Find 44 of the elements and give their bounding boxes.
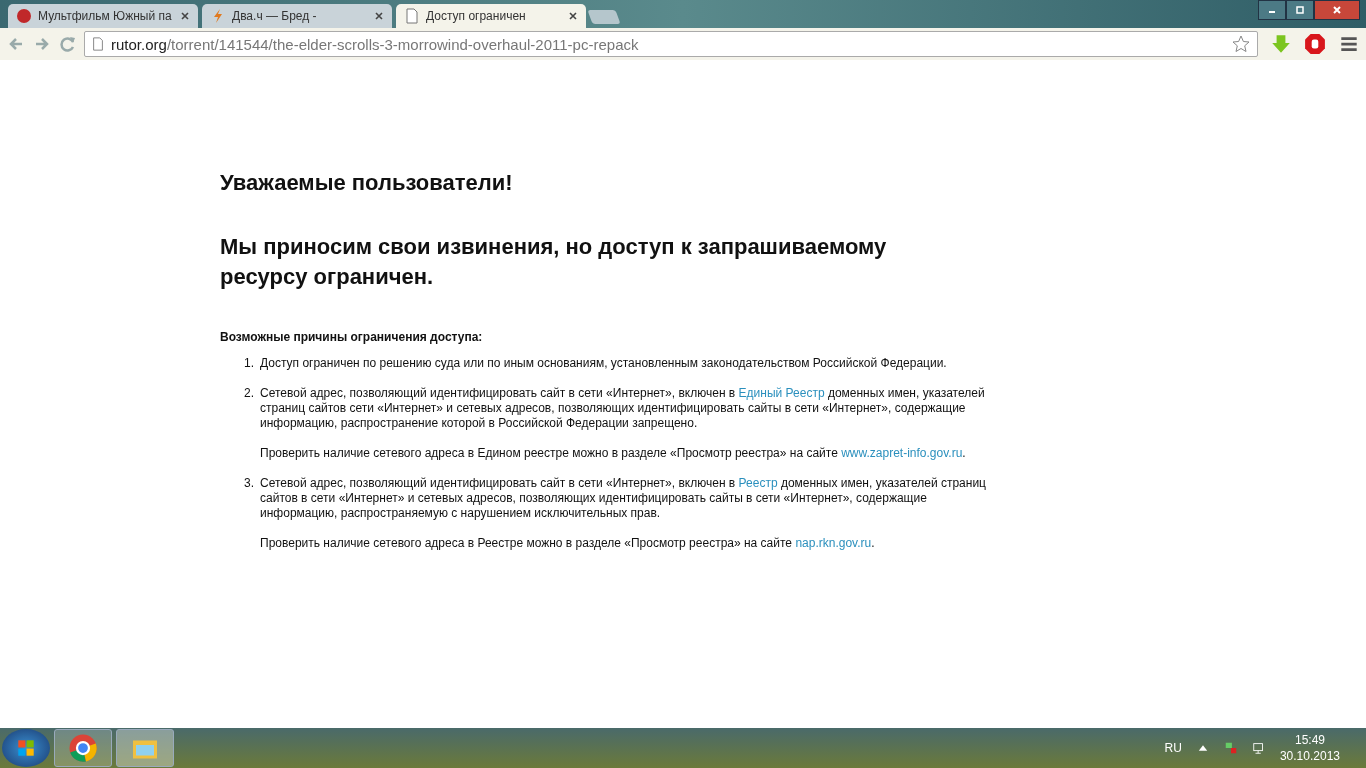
browser-tab[interactable]: Мультфильм Южный па xyxy=(8,4,198,28)
address-bar[interactable]: rutor.org/torrent/141544/the-elder-scrolls-3-morrowind-overhaul-2011-pc-repack xyxy=(84,31,1258,57)
greeting-heading: Уважаемые пользователи! xyxy=(220,169,514,197)
restore-icon xyxy=(1295,5,1305,15)
close-icon[interactable] xyxy=(180,11,190,21)
apology-heading: Мы приносим свои извинения, но доступ к запрашиваемому ресурсу ограничен. xyxy=(220,233,888,291)
reason-paragraph: Проверить наличие сетевого адреса в Едином реестре можно в разделе «Просмотр реестра» на сайте www.zapret-info.gov.ru. xyxy=(260,446,967,461)
registry-link[interactable]: Реестр xyxy=(738,476,778,490)
browser-tab[interactable]: Доступ ограничен xyxy=(396,4,586,28)
registry-link[interactable]: Единый Реестр xyxy=(738,386,825,400)
browser-logo-icon xyxy=(68,733,98,763)
chrome-taskbar-button[interactable] xyxy=(54,729,112,767)
stop-hand-icon[interactable] xyxy=(1304,33,1326,55)
tab-title: Доступ ограничен xyxy=(426,9,527,23)
star-icon[interactable] xyxy=(1231,34,1251,54)
list-number: 1. xyxy=(244,356,255,372)
list-number: 2. xyxy=(244,386,255,402)
url-text: rutor.org/torrent/141544/the-elder-scrolls-3-morrowind-overhaul-2011-pc-repack xyxy=(111,35,640,53)
reason-paragraph: Доступ ограничен по решению суда или по иным основаниям, установленным законодательством Российской Федерации. xyxy=(260,356,947,371)
minimize-button[interactable] xyxy=(1258,0,1286,20)
network-error-icon[interactable] xyxy=(1223,741,1238,755)
close-window-button[interactable] xyxy=(1314,0,1360,20)
restore-button[interactable] xyxy=(1286,0,1314,20)
page-icon xyxy=(91,37,105,51)
list-number: 3. xyxy=(244,476,255,492)
time-text: 15:49 xyxy=(1294,732,1325,748)
monitor-icon[interactable] xyxy=(1251,741,1266,755)
close-icon[interactable] xyxy=(374,11,384,21)
reason-paragraph: Сетевой адрес, позволяющий идентифицировать сайт в сети «Интернет», включен в Единый Реестр доменных имен, указателей страниц сайтов сети «Интернет» и сетевых адресов, позволяющих идентифицировать сайты в сети «Интернет», содержащие информацию, распространение которой в Российской Федерации запрещено. xyxy=(260,386,986,431)
page-icon xyxy=(404,8,420,24)
tab-title: Мультфильм Южный па xyxy=(38,9,173,23)
clock[interactable]: 15:49 30.10.2013 xyxy=(1279,732,1340,764)
site-logo-icon xyxy=(16,8,32,24)
date-text: 30.10.2013 xyxy=(1279,748,1340,764)
close-icon xyxy=(1332,5,1342,15)
reason-paragraph: Сетевой адрес, позволяющий идентифицировать сайт в сети «Интернет», включен в Реестр доменных имен, указателей страниц сайтов в сети «Интернет» и сетевых адресов, позволяющих идентифицировать сайты в сети «Интернет», содержащие информацию, распространяемую с нарушением исключительных прав. xyxy=(260,476,987,521)
browser-tab[interactable]: Два.ч — Бред - xyxy=(202,4,392,28)
reasons-title: Возможные причины ограничения доступа: xyxy=(220,330,484,344)
tab-title: Два.ч — Бред - xyxy=(232,9,318,23)
windows-logo-icon xyxy=(15,737,37,759)
start-button[interactable] xyxy=(2,729,50,767)
close-icon[interactable] xyxy=(568,11,578,21)
language-indicator[interactable]: RU xyxy=(1164,741,1182,755)
reason-paragraph: Проверить наличие сетевого адреса в Реестре можно в разделе «Просмотр реестра» на сайте nap.rkn.gov.ru. xyxy=(260,536,876,551)
